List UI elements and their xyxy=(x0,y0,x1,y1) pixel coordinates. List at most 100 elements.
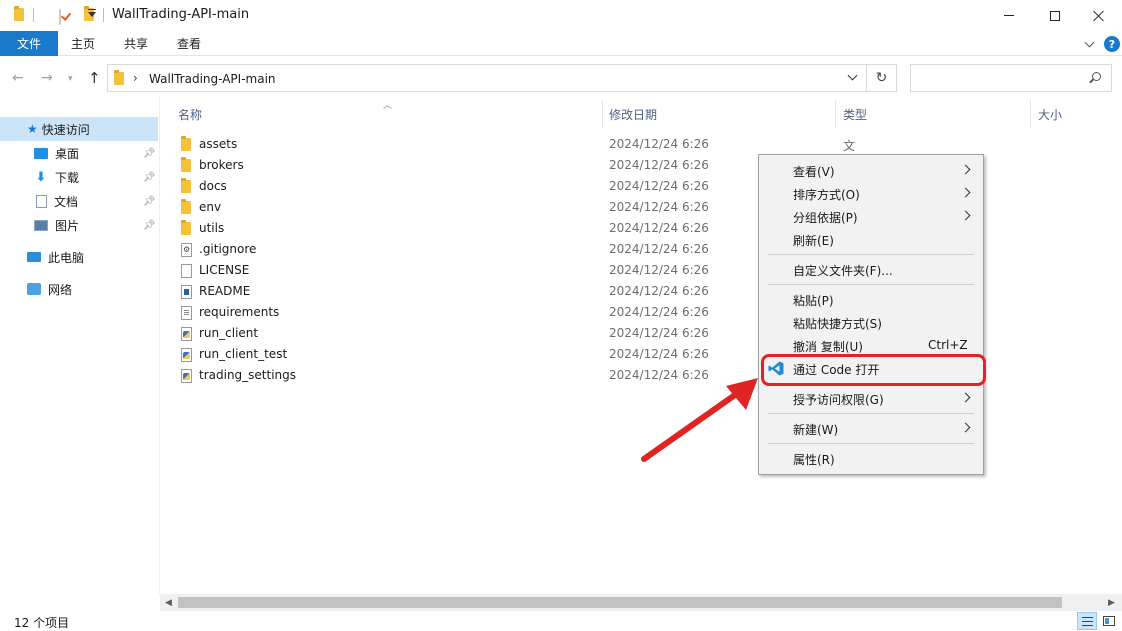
up-icon[interactable]: ↑ xyxy=(88,69,101,87)
file-date: 2024/12/24 6:26 xyxy=(609,221,709,235)
pin-icon[interactable]: 📌︎ xyxy=(143,148,156,159)
star-icon: ★ xyxy=(27,122,38,136)
sidebar-item-desktop[interactable]: 桌面 📌︎ xyxy=(0,141,158,165)
list-item[interactable]: README 2024/12/24 6:26 xyxy=(160,281,760,302)
file-name: .gitignore xyxy=(199,242,257,256)
list-item[interactable]: .gitignore 2024/12/24 6:26 xyxy=(160,239,760,260)
menu-item-shortcut: Ctrl+Z xyxy=(928,338,968,352)
quick-access-dropdown-icon[interactable] xyxy=(88,9,96,17)
context-menu: 查看(V) 排序方式(O) 分组依据(P) 刷新(E) 自定义文件夹(F)...… xyxy=(758,154,984,475)
sidebar-item-network[interactable]: 网络 xyxy=(0,277,158,301)
folder-icon xyxy=(181,178,191,193)
forward-icon[interactable]: → xyxy=(41,70,53,86)
maximize-icon xyxy=(1050,10,1060,21)
refresh-button[interactable]: ↻ xyxy=(867,64,897,92)
search-input[interactable] xyxy=(910,64,1112,92)
menu-item-customize-folder[interactable]: 自定义文件夹(F)... xyxy=(759,258,983,281)
column-divider[interactable] xyxy=(602,100,603,128)
column-divider[interactable] xyxy=(835,100,836,128)
column-divider[interactable] xyxy=(1030,100,1031,128)
sidebar-item-label: 文档 xyxy=(54,194,79,209)
menu-item-label: 自定义文件夹(F)... xyxy=(793,264,893,278)
maximize-button[interactable] xyxy=(1032,0,1078,31)
pin-icon[interactable]: 📌︎ xyxy=(143,196,156,207)
list-item[interactable]: assets 2024/12/24 6:26 文件夹 xyxy=(160,134,855,187)
ribbon-tabs: 文件 主页 共享 查看 ? xyxy=(0,31,1122,56)
expand-ribbon-icon[interactable] xyxy=(1084,37,1095,48)
menu-item-label: 撤消 复制(U) xyxy=(793,340,863,354)
menu-item-properties[interactable]: 属性(R) xyxy=(759,447,983,470)
menu-item-paste[interactable]: 粘贴(P) xyxy=(759,288,983,311)
help-icon[interactable]: ? xyxy=(1104,36,1120,52)
divider xyxy=(103,8,104,22)
close-icon xyxy=(1093,10,1105,22)
python-file-icon xyxy=(181,348,192,362)
desktop-icon xyxy=(34,147,48,159)
menu-item-paste-shortcut[interactable]: 粘贴快捷方式(S) xyxy=(759,311,983,334)
column-header-date[interactable]: 修改日期 xyxy=(609,100,835,128)
list-item[interactable]: brokers 2024/12/24 6:26 xyxy=(160,155,760,176)
column-header-name[interactable]: 名称 xyxy=(178,100,602,128)
sidebar-item-quick-access[interactable]: ★ 快速访问 xyxy=(0,117,158,141)
list-item[interactable]: requirements 2024/12/24 6:26 xyxy=(160,302,760,323)
sidebar-item-label: 桌面 xyxy=(55,146,80,161)
menu-item-view[interactable]: 查看(V) xyxy=(759,159,983,182)
menu-item-label: 排序方式(O) xyxy=(793,188,860,202)
scroll-left-icon[interactable]: ◀ xyxy=(160,594,177,611)
list-item[interactable]: run_client 2024/12/24 6:26 xyxy=(160,323,760,344)
menu-item-label: 粘贴(P) xyxy=(793,294,834,308)
scroll-right-icon[interactable]: ▶ xyxy=(1103,594,1120,611)
large-icons-view-icon xyxy=(1103,616,1115,626)
tab-share[interactable]: 共享 xyxy=(124,31,148,56)
recent-locations-icon[interactable]: ▾ xyxy=(68,74,73,84)
refresh-icon: ↻ xyxy=(875,70,888,86)
menu-item-label: 刷新(E) xyxy=(793,234,834,248)
pin-icon[interactable]: 📌︎ xyxy=(143,172,156,183)
search-icon[interactable] xyxy=(1092,72,1101,81)
list-item[interactable]: utils 2024/12/24 6:26 xyxy=(160,218,760,239)
column-header-size[interactable]: 大小 xyxy=(1038,100,1118,128)
tab-file[interactable]: 文件 xyxy=(0,31,58,56)
list-item[interactable]: run_client_test 2024/12/24 6:26 xyxy=(160,344,760,365)
scrollbar-thumb[interactable] xyxy=(178,597,1062,608)
back-icon[interactable]: ← xyxy=(12,70,24,86)
file-name: run_client xyxy=(199,326,259,340)
sidebar-item-pictures[interactable]: 图片 📌︎ xyxy=(0,213,158,237)
download-icon: ⬇ xyxy=(35,169,47,185)
list-item[interactable]: docs 2024/12/24 6:26 xyxy=(160,176,760,197)
sidebar-item-documents[interactable]: 文档 📌︎ xyxy=(0,189,158,213)
file-date: 2024/12/24 6:26 xyxy=(609,200,709,214)
horizontal-scrollbar[interactable]: ◀ ▶ xyxy=(160,594,1122,611)
details-view-icon xyxy=(1081,616,1093,626)
tab-home[interactable]: 主页 xyxy=(71,31,95,56)
sidebar-item-this-pc[interactable]: 此电脑 xyxy=(0,245,158,269)
computer-icon xyxy=(27,252,41,262)
address-bar[interactable]: › WallTrading-API-main xyxy=(107,64,867,92)
minimize-button[interactable] xyxy=(986,0,1032,31)
file-date: 2024/12/24 6:26 xyxy=(609,347,709,361)
details-view-button[interactable] xyxy=(1077,612,1097,630)
file-name: docs xyxy=(199,179,227,193)
text-file-icon xyxy=(181,306,192,320)
menu-item-label: 新建(W) xyxy=(793,423,839,437)
column-header-type[interactable]: 类型 xyxy=(843,100,1029,128)
menu-item-group-by[interactable]: 分组依据(P) xyxy=(759,205,983,228)
list-item[interactable]: LICENSE 2024/12/24 6:26 xyxy=(160,260,760,281)
breadcrumb[interactable]: WallTrading-API-main xyxy=(149,72,276,86)
pin-icon[interactable]: 📌︎ xyxy=(143,220,156,231)
breadcrumb-separator[interactable]: › xyxy=(133,71,138,85)
menu-item-sort-by[interactable]: 排序方式(O) xyxy=(759,182,983,205)
sidebar-item-downloads[interactable]: ⬇ 下载 📌︎ xyxy=(0,165,158,189)
file-date: 2024/12/24 6:26 xyxy=(609,263,709,277)
list-item[interactable]: env 2024/12/24 6:26 xyxy=(160,197,760,218)
close-button[interactable] xyxy=(1076,0,1122,31)
menu-item-give-access[interactable]: 授予访问权限(G) xyxy=(759,387,983,410)
menu-item-refresh[interactable]: 刷新(E) xyxy=(759,228,983,251)
address-dropdown-icon[interactable] xyxy=(847,70,858,81)
menu-item-new[interactable]: 新建(W) xyxy=(759,417,983,440)
file-name: utils xyxy=(199,221,225,235)
properties-icon[interactable] xyxy=(58,9,61,25)
submenu-arrow-icon xyxy=(960,210,971,221)
large-icons-view-button[interactable] xyxy=(1099,612,1119,630)
tab-view[interactable]: 查看 xyxy=(177,31,201,56)
